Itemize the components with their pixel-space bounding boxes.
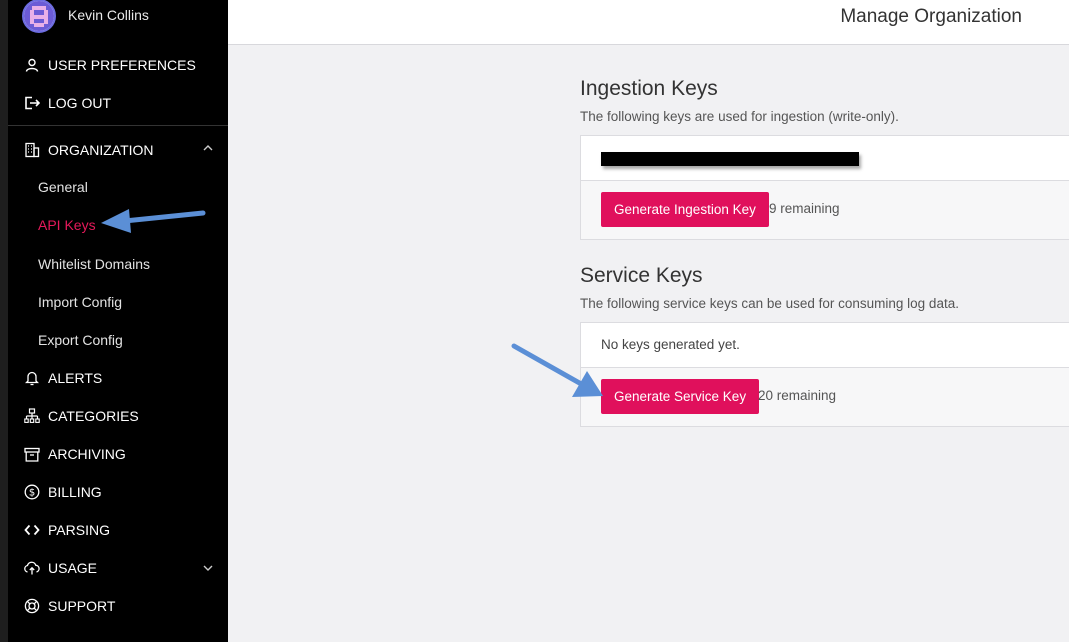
ingestion-key-actions: Generate Ingestion Key 9 remaining [581,181,1069,239]
nav-support[interactable]: SUPPORT [22,594,115,618]
nav-alerts[interactable]: ALERTS [22,366,102,390]
nav-label: SUPPORT [48,598,116,614]
nav-label: BILLING [48,484,102,500]
nav-parsing[interactable]: PARSING [22,518,110,542]
sidebar-item-whitelist-domains[interactable]: Whitelist Domains [38,254,150,274]
service-remaining-count: 20 remaining [758,388,837,403]
lifebuoy-icon [22,596,42,616]
nav-organization[interactable]: ORGANIZATION [22,138,214,162]
nav-label: ARCHIVING [48,446,126,462]
service-keys-title: Service Keys [580,264,703,287]
dollar-circle-icon: $ [22,482,42,502]
ingestion-remaining-count: 9 remaining [769,201,840,216]
user-profile[interactable]: Kevin Collins [22,0,149,34]
service-key-actions: Generate Service Key 20 remaining [581,368,1069,426]
page-title: Manage Organization [840,6,1022,27]
cloud-upload-icon [22,558,42,578]
divider [8,125,228,126]
sidebar-item-api-keys[interactable]: API Keys [38,215,96,235]
no-keys-message: No keys generated yet. [601,337,740,352]
sidebar-item-export-config[interactable]: Export Config [38,330,123,350]
nav-categories[interactable]: CATEGORIES [22,404,139,428]
nav-label: CATEGORIES [48,408,139,424]
annotation-arrow-api-keys [101,209,206,233]
nav-billing[interactable]: $ BILLING [22,480,102,504]
ingestion-keys-title: Ingestion Keys [580,77,718,100]
chevron-up-icon[interactable] [202,142,214,154]
hierarchy-icon [22,406,42,426]
building-icon [22,140,42,160]
nav-usage[interactable]: USAGE [22,556,214,580]
ingestion-key-row [581,136,1069,181]
archive-box-icon [22,444,42,464]
nav-label: LOG OUT [48,95,112,111]
service-keys-description: The following service keys can be used f… [580,296,959,311]
sidebar-item-general[interactable]: General [38,177,88,197]
svg-text:$: $ [29,488,35,499]
nav-label: USER PREFERENCES [48,57,196,73]
nav-archiving[interactable]: ARCHIVING [22,442,126,466]
code-brackets-icon [22,520,42,540]
nav-user-preferences[interactable]: USER PREFERENCES [22,53,196,77]
generate-service-key-button[interactable]: Generate Service Key [601,379,760,414]
nav-label: ORGANIZATION [48,142,154,158]
logout-icon [22,93,42,113]
bell-icon [22,368,42,388]
sidebar-item-import-config[interactable]: Import Config [38,292,122,312]
nav-label: PARSING [48,522,110,538]
sidebar-edge [0,0,8,642]
user-icon [22,55,42,75]
nav-label: ALERTS [48,370,103,386]
avatar[interactable] [22,0,56,33]
service-keys-card: No keys generated yet. Generate Service … [580,322,1069,427]
chevron-down-icon[interactable] [202,562,214,574]
service-key-row: No keys generated yet. [581,323,1069,368]
ingestion-keys-card: Generate Ingestion Key 9 remaining [580,135,1069,240]
user-name: Kevin Collins [68,7,149,23]
redacted-key [601,152,859,166]
nav-log-out[interactable]: LOG OUT [22,91,111,115]
generate-ingestion-key-button[interactable]: Generate Ingestion Key [601,192,769,227]
ingestion-keys-description: The following keys are used for ingestio… [580,109,899,124]
nav-label: USAGE [48,560,98,576]
sidebar: Kevin Collins USER PREFERENCES LOG OUT O… [0,0,228,642]
annotation-arrow-service-key [511,343,603,397]
page-header: Manage Organization [228,0,1069,45]
